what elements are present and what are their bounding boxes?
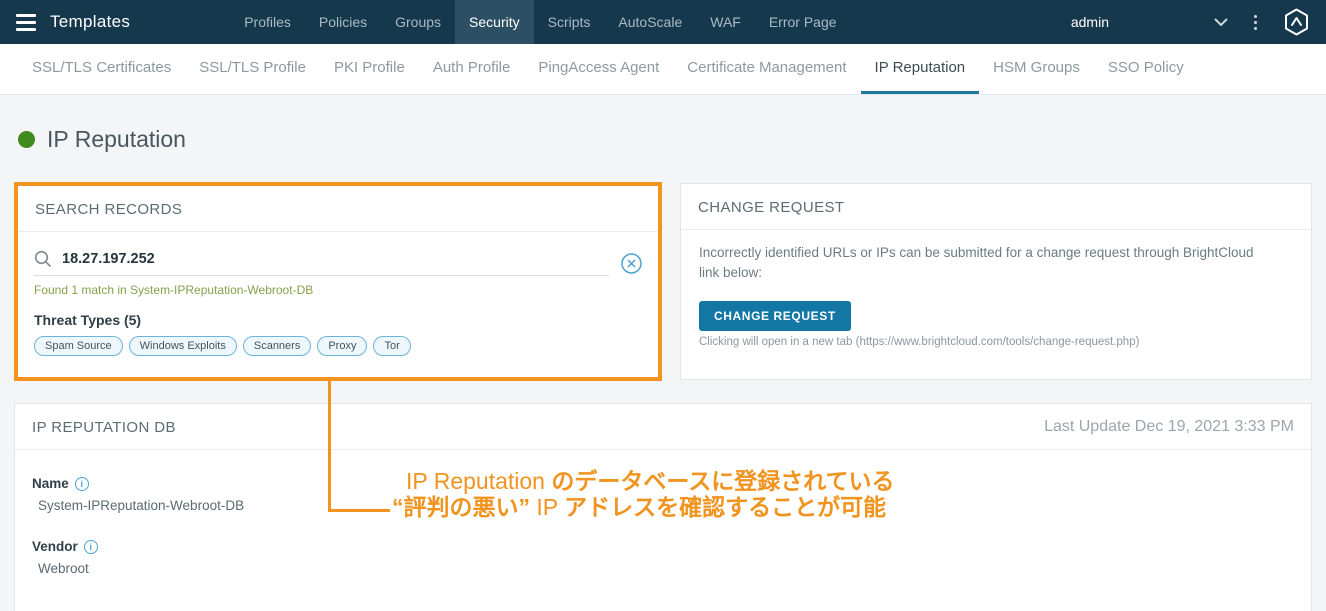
app-title: Templates [50,12,131,31]
chip-windows-exploits[interactable]: Windows Exploits [128,336,237,356]
search-input[interactable] [62,251,609,267]
clear-search-icon[interactable] [621,252,642,274]
search-result-text: Found 1 match in System-IPReputation-Web… [34,283,314,297]
change-request-title: CHANGE REQUEST [681,184,1311,230]
field-vendor: Vendor i Webroot [32,539,1294,576]
change-request-card: CHANGE REQUEST Incorrectly identified UR… [680,183,1312,380]
topnav-item-scripts[interactable]: Scripts [534,0,605,44]
topnav-item-waf[interactable]: WAF [696,0,755,44]
chevron-down-icon[interactable] [1214,17,1228,27]
hamburger-menu-icon[interactable] [16,13,36,31]
chip-spam-source[interactable]: Spam Source [34,336,123,356]
subnav-item-ssl-tls-profile[interactable]: SSL/TLS Profile [185,44,320,94]
user-menu[interactable]: admin [1071,14,1109,30]
subnav-item-pingaccess-agent[interactable]: PingAccess Agent [524,44,673,94]
topnav-item-security[interactable]: Security [455,0,534,44]
threat-types-label: Threat Types (5) [34,312,142,328]
change-request-note: Clicking will open in a new tab (https:/… [699,336,1140,349]
topnav-right: admin [1071,8,1310,36]
field-vendor-value: Webroot [38,561,89,576]
status-green-dot [18,131,35,148]
subnav-item-pki-profile[interactable]: PKI Profile [320,44,419,94]
change-request-description: Incorrectly identified URLs or IPs can b… [699,245,1254,280]
subnav-item-ssl-tls-certificates[interactable]: SSL/TLS Certificates [18,44,185,94]
search-records-card: SEARCH RECORDS Found 1 match in System-I… [14,182,662,381]
security-subnav: SSL/TLS Certificates SSL/TLS Profile PKI… [0,44,1326,95]
search-icon [34,250,52,268]
subnav-item-sso-policy[interactable]: SSO Policy [1094,44,1198,94]
annotation-connector-horizontal [328,509,390,512]
change-request-button[interactable]: CHANGE REQUEST [699,301,851,332]
subnav-item-auth-profile[interactable]: Auth Profile [419,44,525,94]
search-row [18,232,658,276]
chip-proxy[interactable]: Proxy [317,336,368,356]
subnav-item-hsm-groups[interactable]: HSM Groups [979,44,1094,94]
db-card-header: IP REPUTATION DB Last Update Dec 19, 202… [15,404,1311,450]
topnav-item-groups[interactable]: Groups [381,0,455,44]
annotation-connector-vertical [328,381,331,512]
threat-type-chips: Spam Source Windows Exploits Scanners Pr… [34,336,642,356]
info-icon[interactable]: i [83,539,98,554]
topnav-menu: Profiles Policies Groups Security Script… [230,0,850,44]
subnav-item-ip-reputation[interactable]: IP Reputation [860,44,980,94]
kebab-menu-icon[interactable] [1254,14,1257,30]
search-field-underline [34,250,609,276]
avi-logo-icon[interactable] [1283,8,1310,36]
db-card-title: IP REPUTATION DB [32,418,176,436]
chip-scanners[interactable]: Scanners [242,336,312,356]
field-vendor-label: Vendor [32,539,78,554]
page-title-row: IP Reputation [18,126,186,153]
topnav-item-error-page[interactable]: Error Page [755,0,851,44]
topnav-item-policies[interactable]: Policies [305,0,381,44]
top-navbar: Templates Profiles Policies Groups Secur… [0,0,1326,44]
topnav-item-profiles[interactable]: Profiles [230,0,305,44]
info-icon[interactable]: i [74,476,89,491]
chip-tor[interactable]: Tor [373,336,411,356]
field-name-label: Name [32,476,69,491]
search-records-title: SEARCH RECORDS [18,186,658,232]
annotation-text: IP Reputation のデータベースに登録されている “評判の悪い” IP… [392,468,895,520]
db-last-update: Last Update Dec 19, 2021 3:33 PM [1044,418,1294,435]
subnav-item-certificate-management[interactable]: Certificate Management [673,44,860,94]
page-title: IP Reputation [47,126,186,152]
topnav-item-autoscale[interactable]: AutoScale [604,0,696,44]
